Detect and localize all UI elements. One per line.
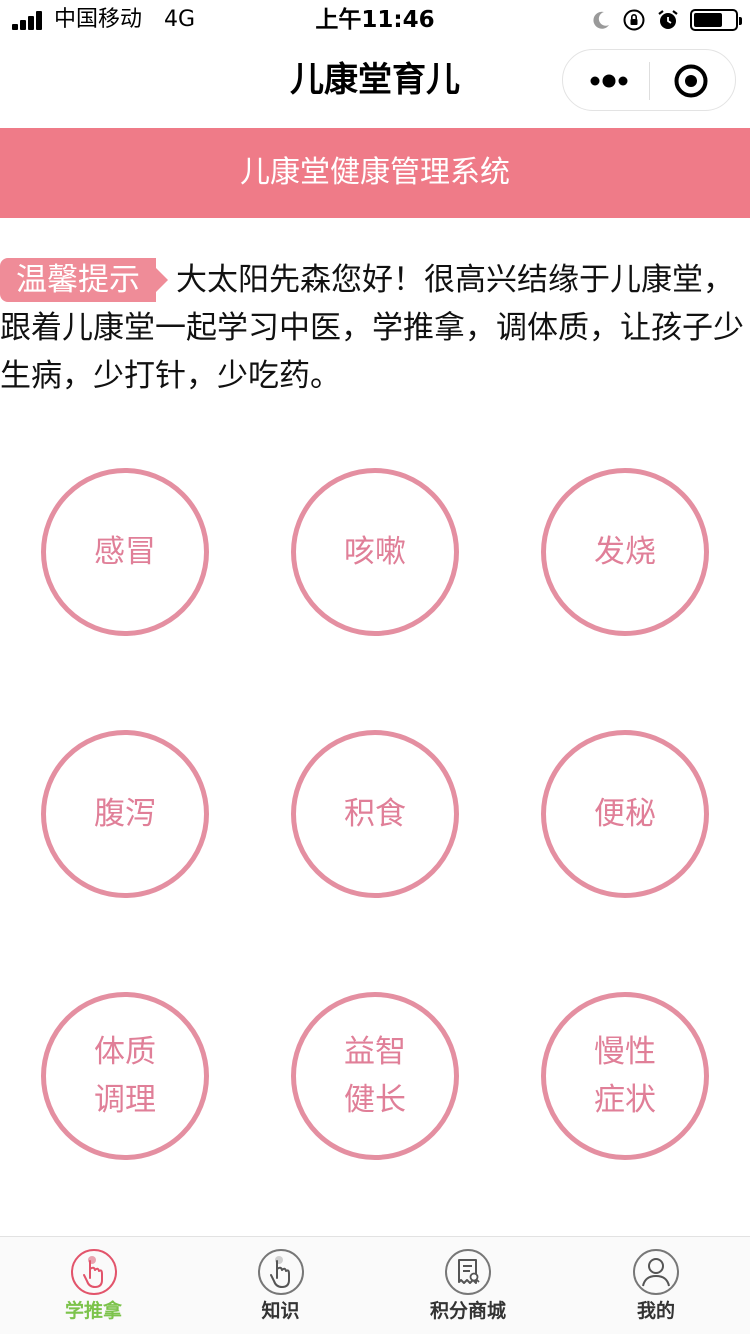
receipt-icon [445,1249,491,1295]
category-diarrhea-button[interactable]: 腹泻 [41,730,209,898]
category-constitution-button[interactable]: 体质调理 [41,992,209,1160]
category-indigestion-button[interactable]: 积食 [291,730,459,898]
tip-paragraph: 温馨提示 大太阳先森您好！很高兴结缘于儿康堂，跟着儿康堂一起学习中医，学推拿，调体… [0,256,750,400]
hand-massage-icon [70,1249,117,1295]
category-intelligence-growth-button[interactable]: 益智健长 [291,992,459,1160]
status-bar: 中国移动 4G 上午11:46 [0,0,750,40]
capsule-divider [649,62,650,100]
more-icon[interactable] [589,66,629,96]
alarm-icon [658,10,678,29]
category-cough-button[interactable]: 咳嗽 [291,468,459,636]
tab-learn-massage[interactable]: 学推拿 [0,1237,187,1334]
close-miniprogram-icon[interactable] [674,64,708,98]
mini-program-capsule [562,49,736,111]
tab-mine[interactable]: 我的 [562,1237,750,1334]
category-cold-button[interactable]: 感冒 [41,468,209,636]
category-fever-button[interactable]: 发烧 [541,468,709,636]
hand-knowledge-icon [257,1249,304,1295]
tab-bar: 学推拿 知识 积分商城 我的 [0,1236,750,1334]
category-chronic-button[interactable]: 慢性症状 [541,992,709,1160]
system-banner: 儿康堂健康管理系统 [0,128,750,218]
moon-icon [593,11,609,29]
battery-icon [690,9,742,31]
tab-knowledge[interactable]: 知识 [187,1237,374,1334]
user-icon [633,1249,679,1295]
orientation-lock-icon [623,9,645,31]
tip-badge: 温馨提示 [0,258,168,302]
category-constipation-button[interactable]: 便秘 [541,730,709,898]
tab-points-mall[interactable]: 积分商城 [374,1237,562,1334]
